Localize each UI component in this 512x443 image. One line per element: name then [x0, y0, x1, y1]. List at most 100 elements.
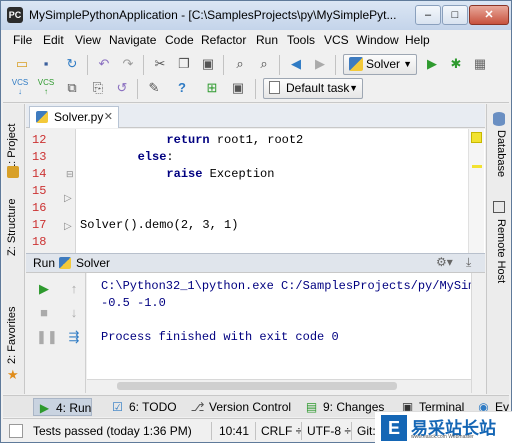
history-icon[interactable]: ⎘: [89, 79, 107, 97]
tool-project[interactable]: 1: Project: [6, 124, 18, 170]
line-number: 13: [32, 150, 47, 164]
chevron-down-icon: ▼: [403, 59, 412, 69]
save-icon[interactable]: ▪: [37, 55, 55, 73]
minimize-button[interactable]: –: [415, 5, 441, 25]
tool-structure[interactable]: Z: Structure: [6, 199, 18, 256]
run-config-name: Solver: [76, 256, 111, 270]
main-toolbar: ▭ ▪ ↻ ↶ ↷ ✂ ❐ ▣ ⌕ ⌕ ◀ ▶ Solver ▼ ▶ ✱ ▦ V…: [3, 51, 509, 103]
tab-label: 6: TODO: [129, 400, 177, 414]
menu-vcs[interactable]: VCS: [324, 33, 349, 47]
folder-open-icon[interactable]: ▭: [13, 55, 31, 73]
scroll-up-icon[interactable]: ↑: [66, 281, 82, 297]
menu-navigate[interactable]: Navigate: [109, 33, 156, 47]
error-stripe: [468, 129, 484, 253]
replace-icon[interactable]: ⌕: [255, 55, 273, 73]
menu-help[interactable]: Help: [405, 33, 430, 47]
status-toggle-icon[interactable]: [9, 424, 23, 438]
run-icon[interactable]: ▶: [423, 55, 441, 73]
watermark-logo: E: [381, 415, 407, 441]
code-editor[interactable]: 12 13 14 15 16 17 18 ⊟ ▷ ▷ return root1,…: [26, 129, 485, 253]
menu-view[interactable]: View: [75, 33, 101, 47]
status-separator: [301, 422, 302, 440]
status-message[interactable]: Tests passed (today 1:36 PM): [33, 424, 192, 438]
menu-tools[interactable]: Tools: [287, 33, 315, 47]
console-output[interactable]: C:\Python32_1\python.exe C:/SamplesProje…: [87, 273, 483, 379]
toolbar-separator: [223, 55, 224, 75]
line-separator[interactable]: CRLF ÷: [261, 424, 302, 438]
menu-code[interactable]: Code: [165, 33, 194, 47]
warning-mark[interactable]: [472, 165, 482, 168]
scroll-down-icon[interactable]: ↓: [66, 305, 82, 321]
tool-remote-host[interactable]: Remote Host: [495, 219, 507, 283]
help-icon[interactable]: ?: [173, 79, 191, 97]
toolbar-separator: [279, 55, 280, 75]
console-vertical-scrollbar[interactable]: [471, 273, 485, 393]
scrollbar-thumb[interactable]: [117, 382, 397, 390]
run-panel-header: Run Solver ⚙▾ ⤓: [26, 253, 485, 273]
stop-icon[interactable]: ■: [36, 305, 52, 321]
tab-solver-py[interactable]: Solver.py ✕: [29, 106, 119, 128]
compare-icon[interactable]: ⧉: [63, 79, 81, 97]
tab-run[interactable]: ▶ 4: Run: [33, 398, 93, 416]
line-number: 12: [32, 133, 47, 147]
status-separator: [211, 422, 212, 440]
task-select[interactable]: Default task ▼: [263, 78, 363, 99]
warning-indicator[interactable]: [471, 132, 482, 143]
tab-label: Solver.py: [54, 110, 104, 124]
tab-changes[interactable]: ▤ 9: Changes: [301, 398, 385, 416]
task-label: Default task: [286, 81, 350, 95]
tab-version-control[interactable]: ⎇ Version Control: [187, 398, 291, 416]
tool-favorites[interactable]: 2: Favorites: [6, 307, 18, 364]
python-file-icon: [349, 57, 363, 71]
toolbar-separator: [137, 79, 138, 99]
menu-window[interactable]: Window: [356, 33, 399, 47]
tab-label: Version Control: [209, 400, 292, 414]
vcs-update-icon[interactable]: VCS ↓: [11, 78, 29, 96]
copy-icon[interactable]: ❐: [175, 55, 193, 73]
forward-icon[interactable]: ▶: [311, 55, 329, 73]
menu-refactor[interactable]: Refactor: [201, 33, 246, 47]
console-horizontal-scrollbar[interactable]: [87, 379, 471, 393]
line-number: 14: [32, 167, 47, 181]
back-icon[interactable]: ◀: [287, 55, 305, 73]
revert-icon[interactable]: ↺: [113, 79, 131, 97]
run-gutter-icon[interactable]: ▷: [64, 221, 72, 232]
window-title: MySimplePythonApplication - [C:\SamplesP…: [29, 8, 397, 22]
menu-file[interactable]: File: [13, 33, 32, 47]
plugin-icon[interactable]: ⊞: [203, 79, 221, 97]
close-tab-icon[interactable]: ✕: [104, 107, 113, 127]
coverage-icon[interactable]: ▦: [471, 55, 489, 73]
task-icon: [269, 81, 280, 94]
menu-edit[interactable]: Edit: [43, 33, 64, 47]
settings-icon[interactable]: ✎: [145, 79, 163, 97]
fold-icon[interactable]: ⊟: [66, 169, 74, 180]
gear-icon[interactable]: ⚙▾: [436, 255, 453, 269]
run-config-select[interactable]: Solver ▼: [343, 54, 417, 75]
file-encoding[interactable]: UTF-8 ÷: [307, 424, 351, 438]
line-number: 16: [32, 201, 47, 215]
terminal-icon[interactable]: ▣: [229, 79, 247, 97]
find-icon[interactable]: ⌕: [231, 55, 249, 73]
soft-wrap-icon[interactable]: ⇶: [66, 329, 82, 345]
debug-icon[interactable]: ✱: [447, 55, 465, 73]
chevron-down-icon: ▼: [349, 83, 358, 93]
sync-icon[interactable]: ↻: [63, 55, 81, 73]
vcs-commit-icon[interactable]: VCS ↑: [37, 78, 55, 96]
cut-icon[interactable]: ✂: [151, 55, 169, 73]
undo-icon[interactable]: ↶: [95, 55, 113, 73]
redo-icon[interactable]: ↷: [119, 55, 137, 73]
line-number: 17: [32, 218, 47, 232]
maximize-button[interactable]: □: [442, 5, 468, 25]
code-line: Solver().demo(2, 3, 1): [80, 218, 239, 232]
rerun-icon[interactable]: ▶: [36, 281, 52, 297]
project-icon: [7, 166, 19, 178]
hide-panel-icon[interactable]: ⤓: [466, 255, 471, 270]
tab-todo[interactable]: ☑ 6: TODO: [107, 398, 177, 416]
menu-run[interactable]: Run: [256, 33, 278, 47]
pause-icon[interactable]: ❚❚: [36, 329, 58, 345]
tool-database[interactable]: Database: [495, 130, 507, 177]
ide-window: PC MySimplePythonApplication - [C:\Sampl…: [0, 0, 512, 443]
close-button[interactable]: ✕: [469, 5, 509, 25]
cursor-position[interactable]: 10:41: [219, 424, 249, 438]
paste-icon[interactable]: ▣: [199, 55, 217, 73]
